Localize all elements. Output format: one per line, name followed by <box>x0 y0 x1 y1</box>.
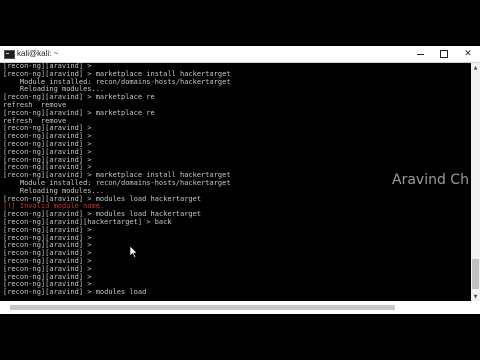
scroll-thumb[interactable] <box>472 259 479 289</box>
terminal-icon <box>4 50 15 59</box>
terminal-line: [recon-ng][aravind] > marketplace re <box>3 108 155 117</box>
minimize-icon <box>416 53 424 55</box>
scroll-up-icon[interactable]: ▲ <box>471 63 480 72</box>
horizontal-scrollbar[interactable] <box>0 301 480 314</box>
watermark: Aravind Ch <box>392 172 469 188</box>
terminal-line: [recon-ng][aravind] > marketplace re <box>3 93 155 102</box>
minimize-button[interactable] <box>408 46 432 62</box>
close-button[interactable]: ✕ <box>456 46 480 62</box>
maximize-icon <box>440 50 448 58</box>
title-bar[interactable]: kali@kali: ~ ✕ <box>0 46 480 63</box>
window-title: kali@kali: ~ <box>17 49 59 58</box>
vertical-scrollbar[interactable]: ▲ ▼ <box>471 63 480 301</box>
close-icon: ✕ <box>464 49 472 59</box>
terminal-line: [recon-ng][aravind] > modules load <box>3 288 147 297</box>
scroll-down-icon[interactable]: ▼ <box>471 292 480 301</box>
horizontal-scroll-thumb[interactable] <box>10 305 395 310</box>
mouse-cursor-icon <box>130 246 138 258</box>
maximize-button[interactable] <box>432 46 456 62</box>
